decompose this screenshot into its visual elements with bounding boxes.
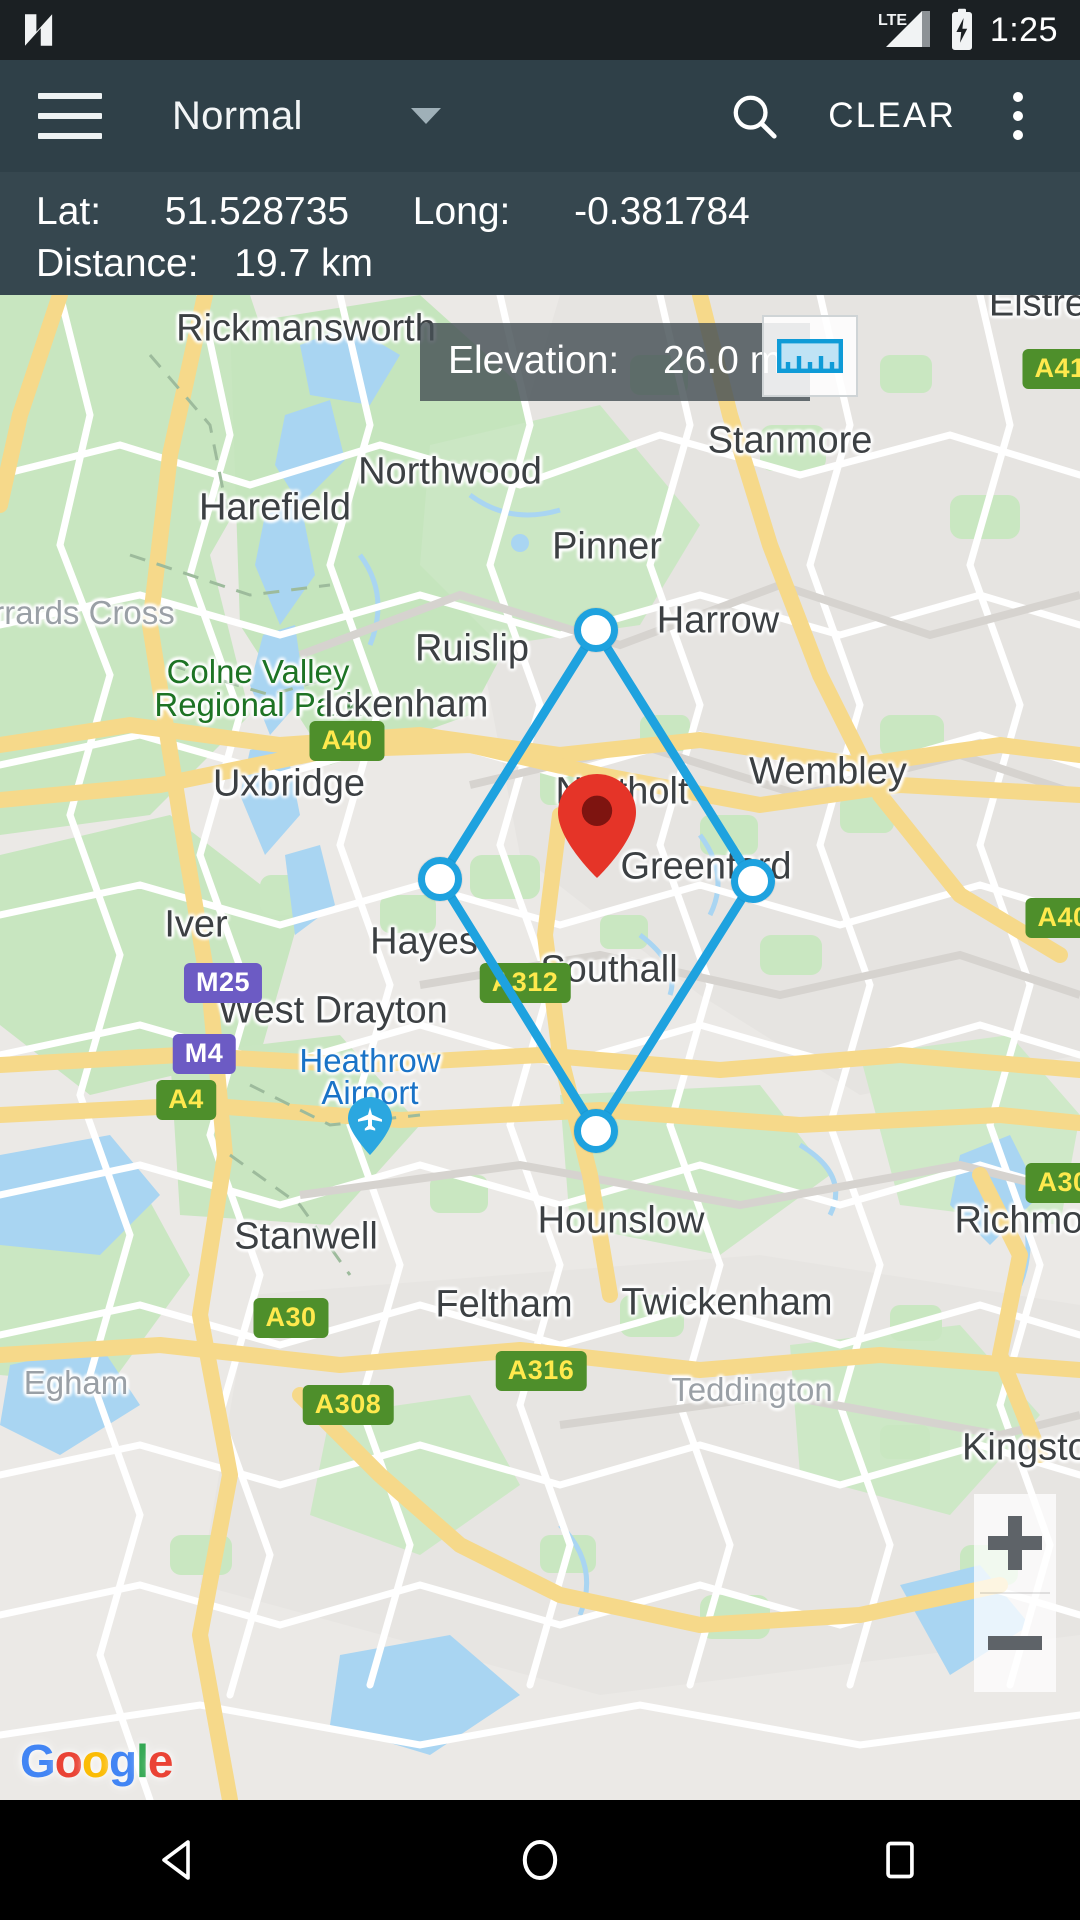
back-glyph (162, 1840, 190, 1880)
elevation-badge: Elevation: 26.0 m (420, 323, 811, 401)
zoom-out-button[interactable] (974, 1594, 1056, 1692)
search-icon[interactable] (706, 89, 802, 143)
measurement-polyline (435, 625, 758, 1136)
home-circle-icon[interactable] (450, 1800, 630, 1920)
zoom-in-button[interactable] (974, 1494, 1056, 1592)
status-bar-notifications (0, 9, 60, 51)
map-pin-icon[interactable] (558, 774, 636, 883)
measurement-vertex-handle[interactable] (574, 608, 618, 652)
distance-label: Distance: (36, 242, 199, 285)
google-attribution-logo: Google (20, 1734, 174, 1788)
chevron-down-icon[interactable] (410, 108, 441, 124)
app-bar-actions: CLEAR (706, 89, 1080, 143)
plus-vertical (1008, 1516, 1022, 1570)
zoom-controls (974, 1494, 1056, 1692)
elevation-label: Elevation: (448, 339, 620, 382)
logo-letter-g1: G (20, 1735, 56, 1787)
recents-glyph (886, 1841, 914, 1879)
battery-charging-icon (951, 8, 972, 50)
signal-bars-icon: LTE (878, 11, 930, 47)
distance-value: 19.7 km (234, 242, 373, 285)
app-bar: Normal CLEAR (0, 60, 1080, 172)
hamburger-menu-icon[interactable] (38, 93, 102, 139)
distance-line: Distance: 19.7 km (36, 238, 1080, 290)
lat-value: 51.528735 (164, 190, 350, 233)
phone-screen: LTE 1:25 Normal CLEAR Lat: 51.528735 Lon… (0, 0, 1080, 1920)
coordinate-info-panel: Lat: 51.528735 Long: -0.381784 Distance:… (0, 172, 1080, 295)
logo-letter-l: l (136, 1735, 149, 1787)
ruler-glyph (777, 339, 843, 373)
measurement-vertex-handle[interactable] (418, 857, 462, 901)
lat-label: Lat: (36, 190, 102, 233)
map-view[interactable]: RickmansworthElstreeStanmoreNorthwoodHar… (0, 295, 1080, 1800)
measurement-vertex-handle[interactable] (574, 1109, 618, 1153)
home-glyph (522, 1840, 558, 1880)
svg-text:LTE: LTE (878, 12, 907, 29)
logo-letter-o2: o (81, 1735, 110, 1787)
long-value: -0.381784 (574, 190, 750, 233)
overflow-menu-icon[interactable] (982, 92, 1054, 140)
android-navigation-bar (0, 1800, 1080, 1920)
status-bar: LTE 1:25 (0, 0, 1080, 60)
ruler-measure-icon[interactable] (762, 315, 858, 397)
latlong-line: Lat: 51.528735 Long: -0.381784 (36, 186, 1080, 238)
clear-button[interactable]: CLEAR (802, 96, 982, 136)
status-bar-clock: 1:25 (989, 10, 1058, 49)
search-glyph (733, 95, 777, 139)
map-type-selector-label[interactable]: Normal (172, 94, 303, 139)
recents-square-icon[interactable] (810, 1800, 990, 1920)
logo-letter-o1: o (54, 1735, 83, 1787)
measurement-vertex-handle[interactable] (731, 859, 775, 903)
map-pin-glyph (558, 774, 636, 878)
status-bar-icons: LTE 1:25 (878, 8, 1080, 52)
minus-glyph (988, 1636, 1042, 1650)
logo-letter-g2: g (109, 1735, 137, 1787)
app-notification-icon (25, 14, 53, 46)
back-triangle-icon[interactable] (90, 1800, 270, 1920)
long-label: Long: (412, 190, 511, 233)
logo-letter-e: e (147, 1735, 174, 1787)
